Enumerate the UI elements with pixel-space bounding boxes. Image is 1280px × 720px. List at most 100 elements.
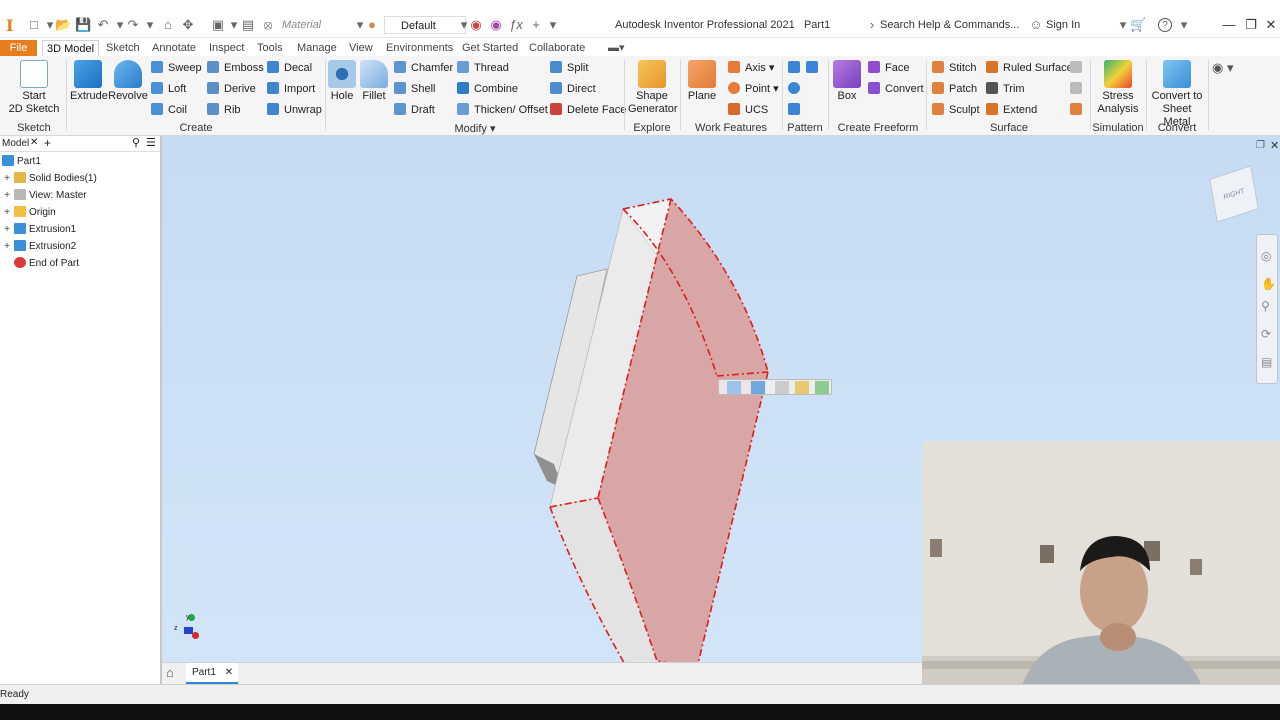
viewport-restore-icon[interactable]: ❐ (1256, 140, 1265, 151)
axis-button[interactable]: Axis ▾ (728, 60, 774, 76)
freeform-convert-button[interactable]: Convert (868, 81, 924, 97)
import-button[interactable]: Import (267, 81, 315, 97)
ruled-surface-button[interactable]: Ruled Surface (986, 60, 1073, 76)
unwrap-button[interactable]: Unwrap (267, 102, 322, 118)
pan-hand-icon[interactable]: ✋ (1261, 277, 1276, 291)
ucs-button[interactable]: UCS (728, 102, 768, 118)
dropdown-arrow-icon[interactable]: ▾ (1176, 17, 1192, 33)
circular-pattern-button[interactable] (788, 81, 805, 97)
inventor-logo-icon[interactable]: I (6, 16, 16, 35)
mirror-button[interactable] (806, 60, 823, 76)
adjust-appearance-icon[interactable]: ◉ (468, 17, 484, 33)
tab-get-started[interactable]: Get Started (458, 40, 522, 56)
update-icon[interactable]: ▣ (210, 17, 226, 33)
hole-button[interactable]: Hole (328, 60, 356, 103)
repair-bodies-button[interactable] (1070, 60, 1087, 76)
fx-parameters-icon[interactable]: ƒx (508, 17, 524, 33)
close-window-button[interactable]: ✕ (1262, 16, 1280, 34)
browser-menu-icon[interactable]: ☰ (146, 136, 156, 149)
thicken-offset-button[interactable]: Thicken/ Offset (457, 102, 548, 118)
tab-collaborate[interactable]: Collaborate (525, 40, 589, 56)
thread-button[interactable]: Thread (457, 60, 509, 76)
viewport-close-icon[interactable]: ✕ (1270, 139, 1279, 152)
plane-button[interactable]: Plane (686, 60, 718, 103)
select-icon[interactable]: ✥ (180, 17, 196, 33)
tab-sketch[interactable]: Sketch (102, 40, 144, 56)
home-icon[interactable]: ⌂ (160, 17, 176, 33)
maximize-button[interactable]: ❐ (1242, 16, 1260, 34)
cart-icon[interactable]: 🛒 (1130, 17, 1146, 33)
decal-button[interactable]: Decal (267, 60, 312, 76)
start-2d-sketch-button[interactable]: Start 2D Sketch (8, 60, 60, 116)
save-icon[interactable]: 💾 (75, 17, 91, 33)
material-selector[interactable]: Material (278, 16, 360, 34)
tab-environments[interactable]: Environments (382, 40, 457, 56)
ribbon-display-toggle-icon[interactable]: ▬▾ (604, 40, 629, 56)
tab-view[interactable]: View (345, 40, 377, 56)
revolve-button[interactable]: Revolve (108, 60, 148, 103)
rib-button[interactable]: Rib (207, 102, 241, 118)
group-label-modify[interactable]: Modify ▾ (430, 122, 520, 135)
help-icon[interactable]: ? (1158, 18, 1172, 32)
sign-in-link[interactable]: Sign In (1046, 19, 1080, 31)
appearance-sphere-icon[interactable]: ● (364, 17, 380, 33)
tree-item-extrusion1[interactable]: + Extrusion1 (0, 222, 76, 238)
ribbon-options-icon[interactable]: ◉ ▾ (1212, 60, 1233, 76)
sketch-pattern-button[interactable] (788, 102, 805, 118)
parameters-icon[interactable]: ▤ (240, 17, 256, 33)
tree-expander[interactable]: + (0, 222, 14, 238)
select-add-icon[interactable] (815, 381, 829, 394)
point-button[interactable]: Point ▾ (728, 81, 779, 97)
tree-item-origin[interactable]: + Origin (0, 205, 56, 221)
fillet-button[interactable]: Fillet (359, 60, 389, 103)
patch-button[interactable]: Patch (932, 81, 977, 97)
split-button[interactable]: Split (550, 60, 588, 76)
sweep-button[interactable]: Sweep (151, 60, 202, 76)
add-icon[interactable]: + (528, 17, 544, 33)
tree-item-part1[interactable]: Part1 (0, 154, 41, 170)
extrude-button[interactable]: Extrude (70, 60, 108, 103)
face-draft-button[interactable] (1070, 102, 1087, 118)
combine-button[interactable]: Combine (457, 81, 518, 97)
undo-icon[interactable]: ↶ (95, 17, 111, 33)
tab-annotate[interactable]: Annotate (148, 40, 200, 56)
browser-tab-model[interactable]: Model (2, 138, 29, 149)
stitch-button[interactable]: Stitch (932, 60, 977, 76)
loft-button[interactable]: Loft (151, 81, 186, 97)
new-file-icon[interactable]: □ (26, 17, 42, 33)
coil-button[interactable]: Coil (151, 102, 187, 118)
delete-face-button[interactable]: Delete Face (550, 102, 626, 118)
trim-button[interactable]: Trim (986, 81, 1025, 97)
tab-manage[interactable]: Manage (293, 40, 341, 56)
customize-dropdown-icon[interactable]: ▾ (545, 17, 561, 33)
graphics-viewport[interactable]: RIGHT ❐ ✕ ◎ ✋ ⚲ ⟳ ▤ y z (162, 136, 1280, 684)
shell-button[interactable]: Shell (394, 81, 435, 97)
clear-override-icon[interactable]: ⦻ (260, 17, 276, 33)
stress-analysis-button[interactable]: Stress Analysis (1094, 60, 1142, 116)
tree-item-solid-bodies[interactable]: + Solid Bodies(1) (0, 171, 97, 187)
freeform-box-button[interactable]: Box (832, 60, 862, 103)
tree-item-extrusion2[interactable]: + Extrusion2 (0, 239, 76, 255)
tab-inspect[interactable]: Inspect (205, 40, 248, 56)
zoom-icon[interactable]: ⚲ (1261, 299, 1270, 313)
select-face-icon[interactable] (751, 381, 765, 394)
tab-tools[interactable]: Tools (253, 40, 287, 56)
draft-button[interactable]: Draft (394, 102, 435, 118)
dropdown-arrow-icon[interactable]: ▾ (142, 17, 158, 33)
redo-icon[interactable]: ↷ (125, 17, 141, 33)
derive-button[interactable]: Derive (207, 81, 256, 97)
tree-item-view-master[interactable]: + View: Master (0, 188, 87, 204)
doc-tab-part1[interactable]: Part1 ✕ (186, 663, 238, 684)
close-doc-tab-icon[interactable]: ✕ (225, 667, 233, 678)
tree-expander[interactable]: + (0, 171, 14, 187)
dropdown-arrow-icon[interactable]: ▾ (1115, 17, 1131, 33)
chamfer-button[interactable]: Chamfer (394, 60, 453, 76)
tab-3d-model[interactable]: 3D Model (42, 40, 100, 56)
tree-expander[interactable]: + (0, 239, 14, 255)
extend-button[interactable]: Extend (986, 102, 1037, 118)
shape-generator-button[interactable]: Shape Generator (628, 60, 678, 116)
orbit-icon[interactable]: ⟳ (1261, 327, 1271, 341)
select-feature-icon[interactable] (795, 381, 809, 394)
sculpt-button[interactable]: Sculpt (932, 102, 980, 118)
look-at-icon[interactable]: ▤ (1261, 355, 1272, 369)
